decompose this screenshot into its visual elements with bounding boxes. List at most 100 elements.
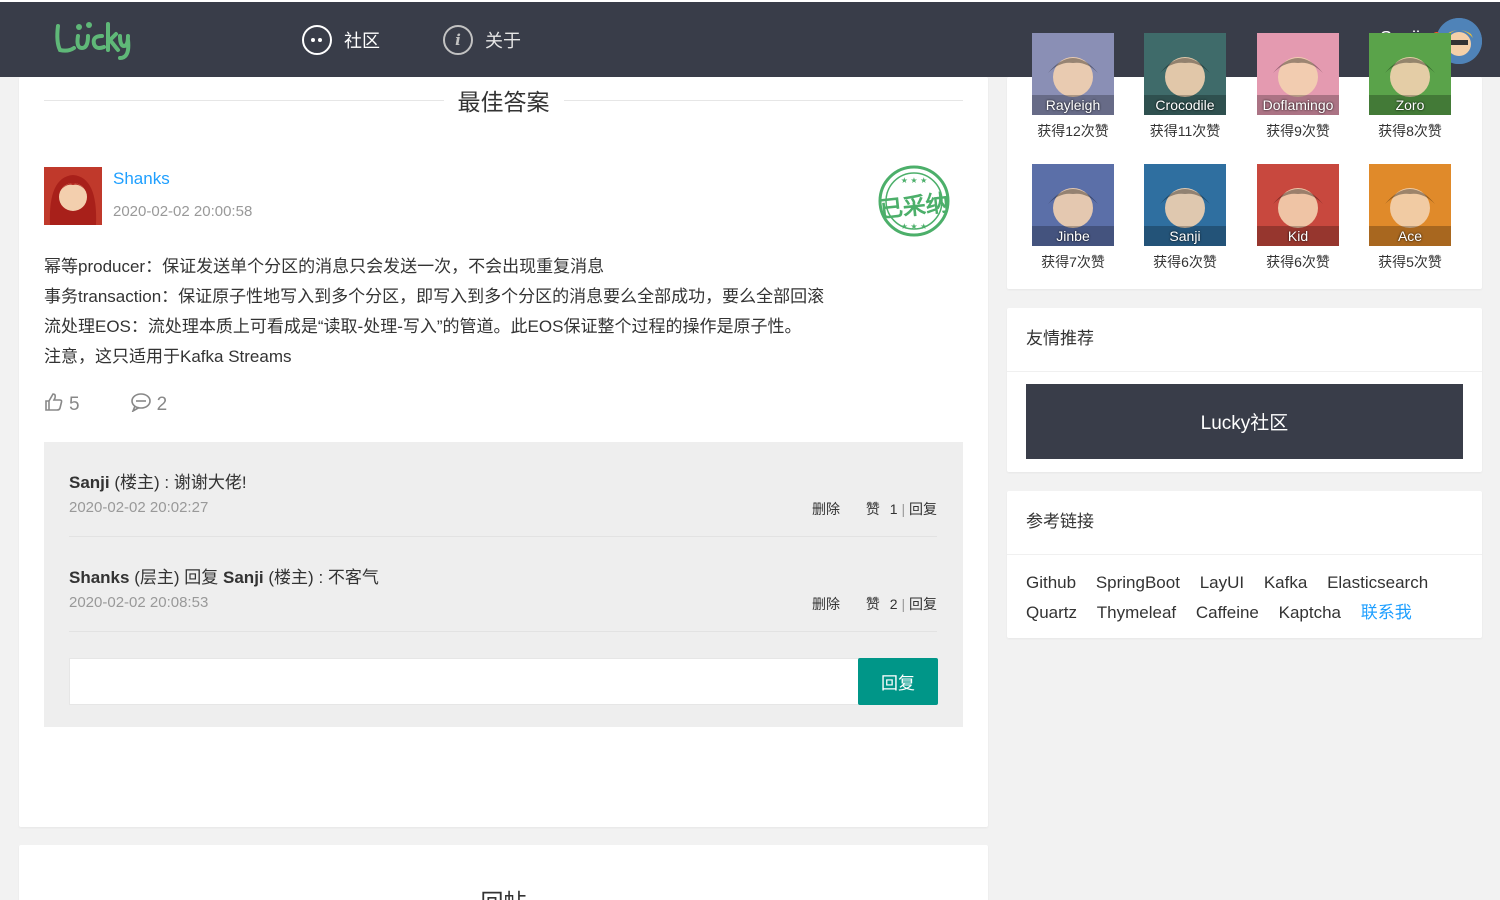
reply-time: 2020-02-02 20:08:53 <box>69 594 209 611</box>
reply-user[interactable]: Sanji <box>69 473 110 492</box>
accepted-stamp: ★ ★ ★ ★ ★ ★ 已采纳 <box>874 163 954 239</box>
delete-link[interactable]: 删除 <box>812 501 840 517</box>
ref-link[interactable]: Quartz <box>1026 598 1077 628</box>
ranking-avatar: Zoro <box>1369 33 1451 115</box>
ref-link[interactable]: SpringBoot <box>1096 568 1180 598</box>
ref-link[interactable]: Thymeleaf <box>1097 598 1176 628</box>
ref-link[interactable]: Caffeine <box>1196 598 1259 628</box>
best-answer-card: 最佳答案 Shanks 2020-02-02 20:00:58 ★ ★ ★ ★ … <box>19 77 988 827</box>
comment-button[interactable]: 2 <box>130 392 168 418</box>
references-card: 参考链接 Github SpringBoot LayUI Kafka Elast… <box>1007 491 1482 638</box>
ref-link[interactable]: Github <box>1026 568 1076 598</box>
friends-title: 友情推荐 <box>1007 308 1482 372</box>
reply-ops: 删除 赞 1 | 回复 <box>812 501 937 517</box>
reply-text: Shanks (层主) 回复 Sanji (楼主) : 不客气 <box>69 563 379 588</box>
lucky-community-button[interactable]: Lucky社区 <box>1026 384 1463 459</box>
ranking-name: Zoro <box>1395 97 1425 113</box>
ranking-item[interactable]: Doflamingo 获得9次赞 <box>1257 33 1339 141</box>
friends-card: 友情推荐 Lucky社区 <box>1007 308 1482 472</box>
best-answer-divider: 最佳答案 <box>44 83 963 117</box>
ranking-count: 获得12次赞 <box>1037 123 1109 139</box>
ranking-count: 获得9次赞 <box>1266 123 1330 139</box>
ranking-avatar: Kid <box>1257 164 1339 246</box>
reply-target-role: (楼主) <box>268 568 314 587</box>
ref-link[interactable]: Kafka <box>1264 568 1307 598</box>
ranking-item[interactable]: Jinbe 获得7次赞 <box>1032 164 1114 272</box>
ranking-count: 获得7次赞 <box>1041 254 1105 270</box>
answer-line: 事务transaction：保证原子性地写入到多个分区，即写入到多个分区的消息要… <box>44 287 825 306</box>
ref-link[interactable]: LayUI <box>1200 568 1244 598</box>
ranking-item[interactable]: Rayleigh 获得12次赞 <box>1032 33 1114 141</box>
answer-line: 注意，这只适用于Kafka Streams <box>44 347 292 366</box>
ranking-name: Kid <box>1287 228 1309 244</box>
replies-card: 回帖 <box>19 845 988 900</box>
reply-content: : 谢谢大佬! <box>164 473 247 492</box>
ranking-item[interactable]: Zoro 获得8次赞 <box>1369 33 1451 141</box>
answer-time: 2020-02-02 20:00:58 <box>113 203 253 220</box>
ranking-name: Ace <box>1397 228 1423 244</box>
answer-content: 幂等producer：保证发送单个分区的消息只会发送一次，不会出现重复消息 事务… <box>44 252 824 372</box>
like-count: 5 <box>69 394 80 415</box>
ranking-avatar: Jinbe <box>1032 164 1114 246</box>
thumbs-up-icon <box>44 392 69 418</box>
nav-community-label: 社区 <box>344 31 380 51</box>
best-answer-title: 最佳答案 <box>443 83 564 117</box>
replies-panel: Sanji (楼主) : 谢谢大佬! 2020-02-02 20:02:27 删… <box>44 442 963 727</box>
ranking-count: 获得5次赞 <box>1378 254 1442 270</box>
ranking-count: 获得8次赞 <box>1378 123 1442 139</box>
reply-item: Shanks (层主) 回复 Sanji (楼主) : 不客气 2020-02-… <box>69 537 937 632</box>
contact-link[interactable]: 联系我 <box>1361 598 1412 628</box>
reply-word: 回复 <box>184 568 219 587</box>
reply-text: Sanji (楼主) : 谢谢大佬! <box>69 468 247 493</box>
references-title: 参考链接 <box>1007 491 1482 555</box>
ranking-item[interactable]: Sanji 获得6次赞 <box>1144 164 1226 272</box>
reply-item: Sanji (楼主) : 谢谢大佬! 2020-02-02 20:02:27 删… <box>69 442 937 537</box>
like-link[interactable]: 赞 <box>866 596 880 612</box>
ref-link[interactable]: Elasticsearch <box>1327 568 1428 598</box>
reply-role: (楼主) <box>114 473 160 492</box>
reply-target-user[interactable]: Sanji <box>223 568 264 587</box>
ranking-avatar: Ace <box>1369 164 1451 246</box>
reply-link[interactable]: 回复 <box>909 596 937 612</box>
ranking-count: 获得6次赞 <box>1266 254 1330 270</box>
reply-like-count: 1 <box>889 501 898 517</box>
answer-author-name[interactable]: Shanks <box>113 169 170 189</box>
like-link[interactable]: 赞 <box>866 501 880 517</box>
reply-role: (层主) <box>134 568 180 587</box>
reply-input[interactable] <box>69 658 859 705</box>
delete-link[interactable]: 删除 <box>812 596 840 612</box>
ranking-avatar: Sanji <box>1144 164 1226 246</box>
ranking-name: Jinbe <box>1056 228 1090 244</box>
nav-about[interactable]: i 关于 <box>443 22 521 58</box>
ranking-item[interactable]: Crocodile 获得11次赞 <box>1144 33 1226 141</box>
ranking-name: Crocodile <box>1155 97 1215 113</box>
answer-actions: 5 2 <box>44 392 167 418</box>
answer-line: 幂等producer：保证发送单个分区的消息只会发送一次，不会出现重复消息 <box>44 257 605 276</box>
reply-submit-button[interactable]: 回复 <box>858 658 938 705</box>
ranking-item[interactable]: Kid 获得6次赞 <box>1257 164 1339 272</box>
reply-time: 2020-02-02 20:02:27 <box>69 499 209 516</box>
reply-user[interactable]: Shanks <box>69 568 129 587</box>
ranking-avatar: Rayleigh <box>1032 33 1114 115</box>
answer-author-avatar[interactable] <box>44 167 102 225</box>
replies-section-title: 回帖 <box>466 883 541 900</box>
ref-link[interactable]: Kaptcha <box>1279 598 1341 628</box>
svg-text:★ ★ ★: ★ ★ ★ <box>901 222 928 231</box>
ranking-count: 获得6次赞 <box>1153 254 1217 270</box>
ranking-card: Rayleigh 获得12次赞 Crocodile 获得11次赞 Doflamingo 获… <box>1007 33 1482 289</box>
lucky-logo[interactable] <box>52 16 132 64</box>
comment-count: 2 <box>156 394 168 415</box>
reply-link[interactable]: 回复 <box>909 501 937 517</box>
svg-text:★ ★ ★: ★ ★ ★ <box>901 176 928 185</box>
nav-community[interactable]: 社区 <box>302 22 380 58</box>
reply-like-count: 2 <box>889 596 898 612</box>
answer-line: 流处理EOS：流处理本质上可看成是“读取-处理-写入”的管道。此EOS保证整个过… <box>44 317 802 336</box>
references-links: Github SpringBoot LayUI Kafka Elasticsea… <box>1026 568 1466 628</box>
ranking-avatar: Crocodile <box>1144 33 1226 115</box>
ranking-count: 获得11次赞 <box>1149 123 1221 139</box>
ranking-name: Doflamingo <box>1262 97 1334 113</box>
like-button[interactable]: 5 <box>44 392 80 418</box>
reply-content: : 不客气 <box>318 568 379 587</box>
ranking-item[interactable]: Ace 获得5次赞 <box>1369 164 1451 272</box>
chat-icon <box>302 25 332 55</box>
